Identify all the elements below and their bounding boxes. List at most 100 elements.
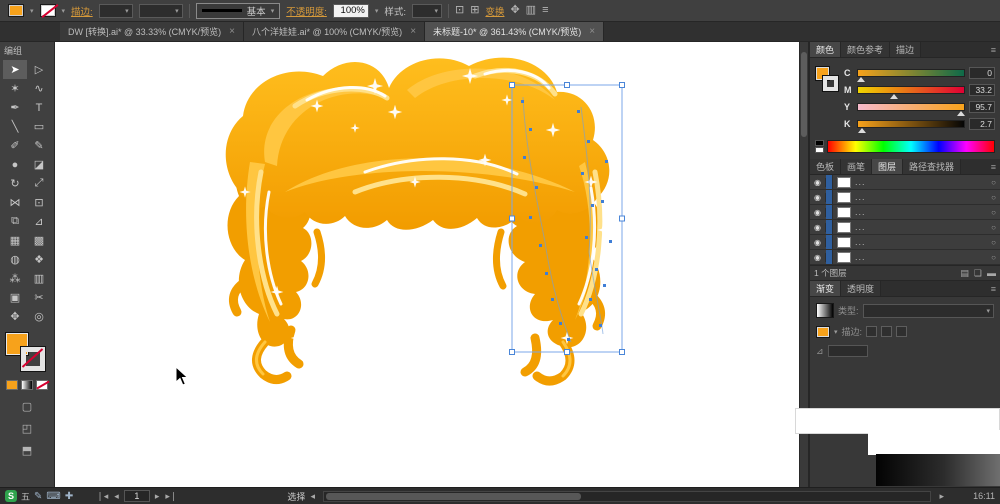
vertical-scrollbar-thumb[interactable] (801, 52, 807, 137)
visibility-eye-icon[interactable]: ◉ (810, 208, 826, 217)
visibility-eye-icon[interactable]: ◉ (810, 193, 826, 202)
width-tool[interactable]: ⋈ (3, 193, 27, 212)
delete-layer-icon[interactable]: ▬ (987, 268, 996, 279)
gradient-thumbnail[interactable] (816, 303, 834, 318)
paintbrush-tool[interactable]: ✐ (3, 136, 27, 155)
shape-builder-tool[interactable]: ⧉ (3, 212, 27, 231)
fill-color-swatch[interactable] (8, 4, 24, 17)
layer-selection-column[interactable] (826, 205, 833, 219)
lasso-tool[interactable]: ∿ (27, 79, 51, 98)
eyedropper-tool[interactable]: ◍ (3, 250, 27, 269)
layer-target-icon[interactable]: ○ (991, 238, 996, 247)
expand-panel-icon[interactable]: ⬒ (22, 444, 32, 457)
first-artboard-icon[interactable]: ❘◂ (95, 491, 109, 502)
artboard-number-field[interactable]: 1 (124, 490, 150, 502)
layer-target-icon[interactable]: ○ (991, 253, 996, 262)
gradient-tool[interactable]: ▩ (27, 231, 51, 250)
ime-badge-icon[interactable]: S (5, 490, 17, 502)
zoom-tool[interactable]: ◎ (27, 307, 51, 326)
slice-tool[interactable]: ✂ (27, 288, 51, 307)
blob-brush-tool[interactable]: ● (3, 155, 27, 174)
channel-slider[interactable] (857, 86, 965, 94)
magic-wand-tool[interactable]: ✶ (3, 79, 27, 98)
channel-slider[interactable] (857, 69, 965, 77)
channel-value-field[interactable]: 2.7 (969, 118, 995, 130)
make-mask-icon[interactable]: ▤ (960, 268, 969, 279)
black-white-swatches[interactable] (815, 140, 824, 153)
visibility-eye-icon[interactable]: ◉ (810, 253, 826, 262)
next-artboard-icon[interactable]: ▸ (154, 491, 161, 502)
layer-target-icon[interactable]: ○ (991, 178, 996, 187)
stroke-option-2-icon[interactable] (881, 326, 892, 337)
layer-target-icon[interactable]: ○ (991, 208, 996, 217)
stroke-link[interactable]: 描边: (71, 4, 93, 18)
layer-row[interactable]: ◉...○ (810, 175, 1000, 190)
lower-tab[interactable]: 渐变 (810, 281, 841, 296)
fill-dropdown-icon[interactable]: ▾ (30, 7, 34, 15)
last-artboard-icon[interactable]: ▸❘ (164, 491, 178, 502)
gradient-swatch-dropdown-icon[interactable]: ▾ (834, 328, 838, 336)
color-tab[interactable]: 描边 (890, 42, 921, 57)
color-spectrum-bar[interactable] (827, 140, 995, 153)
lower-tab[interactable]: 透明度 (841, 281, 881, 296)
column-graph-tool[interactable]: ▥ (27, 269, 51, 288)
type-tool[interactable]: T (27, 98, 51, 117)
layer-selection-column[interactable] (826, 220, 833, 234)
direct-selection-tool[interactable]: ▷ (27, 60, 51, 79)
panel-tab[interactable]: 画笔 (841, 159, 872, 174)
channel-slider-thumb[interactable] (858, 128, 866, 133)
gradient-button[interactable] (21, 380, 33, 390)
line-segment-tool[interactable]: ╲ (3, 117, 27, 136)
new-layer-icon[interactable]: ❏ (974, 268, 982, 279)
ime-pen-icon[interactable]: ✎ (34, 491, 42, 502)
panel-tab[interactable]: 图层 (872, 159, 903, 174)
stroke-option-1-icon[interactable] (866, 326, 877, 337)
layer-row[interactable]: ◉...○ (810, 250, 1000, 265)
layer-target-icon[interactable]: ○ (991, 193, 996, 202)
visibility-eye-icon[interactable]: ◉ (810, 178, 826, 187)
artboard-tool[interactable]: ▣ (3, 288, 27, 307)
eraser-tool[interactable]: ◪ (27, 155, 51, 174)
horizontal-scrollbar[interactable] (323, 491, 932, 502)
blend-tool[interactable]: ❖ (27, 250, 51, 269)
visibility-eye-icon[interactable]: ◉ (810, 238, 826, 247)
scroll-left-icon[interactable]: ◂ (309, 491, 316, 502)
channel-value-field[interactable]: 95.7 (969, 101, 995, 113)
pencil-tool[interactable]: ✎ (27, 136, 51, 155)
opacity-link[interactable]: 不透明度: (286, 4, 327, 18)
layer-selection-column[interactable] (826, 190, 833, 204)
channel-slider-thumb[interactable] (890, 94, 898, 99)
transform-link[interactable]: 变换 (485, 4, 504, 18)
panel-tab[interactable]: 路径查找器 (903, 159, 961, 174)
layer-selection-column[interactable] (826, 235, 833, 249)
channel-slider-thumb[interactable] (957, 111, 965, 116)
prev-artboard-icon[interactable]: ◂ (113, 491, 120, 502)
horizontal-scrollbar-thumb[interactable] (326, 493, 581, 500)
scroll-right-icon[interactable]: ▸ (938, 491, 945, 502)
brush-definition-field[interactable]: ▾ (139, 4, 183, 18)
tab-close-icon[interactable]: × (410, 26, 416, 37)
stroke-proxy-swatch[interactable] (21, 347, 45, 371)
panel-tab[interactable]: 色板 (810, 159, 841, 174)
stroke-style-combo[interactable]: 基本 ▾ (196, 3, 281, 19)
hand-tool[interactable]: ✥ (3, 307, 27, 326)
style-field[interactable]: ▾ (412, 4, 442, 18)
canvas[interactable] (55, 42, 808, 487)
document-tab[interactable]: 八个洋娃娃.ai* @ 100% (CMYK/预览)× (244, 22, 425, 41)
document-tab[interactable]: 未标题-10* @ 361.43% (CMYK/预览)× (425, 22, 604, 41)
layer-row[interactable]: ◉...○ (810, 205, 1000, 220)
none-button[interactable] (36, 380, 48, 390)
ime-keyboard-icon[interactable]: ⌨ (46, 491, 60, 502)
ime-settings-icon[interactable]: ✚ (65, 491, 73, 502)
channel-value-field[interactable]: 33.2 (969, 84, 995, 96)
gradient-fill-swatch[interactable] (816, 326, 830, 338)
align-icon[interactable]: ✥ (510, 5, 519, 16)
panel-stroke-swatch[interactable] (823, 76, 838, 91)
layer-selection-column[interactable] (826, 175, 833, 189)
stroke-color-swatch[interactable] (40, 4, 56, 17)
layer-selection-column[interactable] (826, 250, 833, 264)
perspective-grid-tool[interactable]: ⊿ (27, 212, 51, 231)
panel-menu-icon[interactable]: ≡ (987, 159, 1000, 174)
draw-mode-icon[interactable]: ▢ (22, 400, 32, 413)
ime-mode-label[interactable]: 五 (21, 490, 30, 503)
